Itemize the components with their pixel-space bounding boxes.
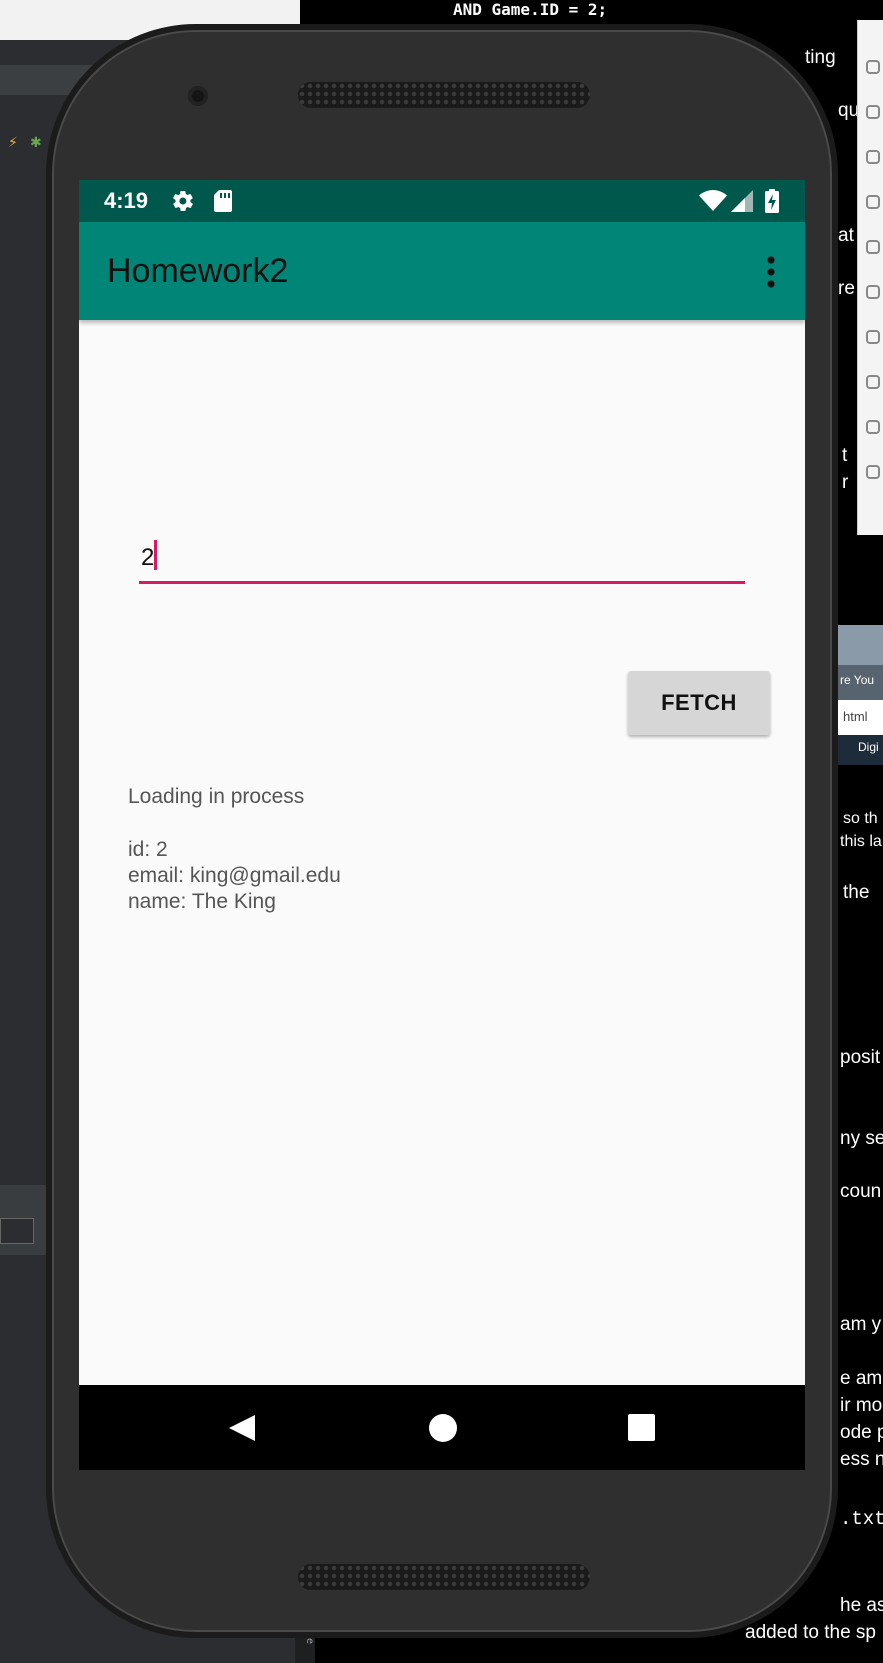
ide-panel-input[interactable] bbox=[0, 1218, 34, 1244]
doc-fragment: .txt, bbox=[840, 1508, 883, 1530]
background-code-line: AND Game.ID = 2; bbox=[453, 0, 608, 19]
doc-fragment: ir mo bbox=[840, 1395, 883, 1416]
battery-charging-icon bbox=[765, 189, 779, 213]
doc-fragment: ny se bbox=[840, 1128, 883, 1149]
app-bar: Homework2 bbox=[79, 222, 805, 320]
id-input-field[interactable]: 2 bbox=[139, 540, 745, 584]
result-email-text: email: king@gmail.edu bbox=[128, 864, 341, 887]
eraser-icon[interactable] bbox=[866, 195, 880, 209]
result-name-text: name: The King bbox=[128, 890, 276, 913]
thumbnail-bookmark: Digi bbox=[858, 740, 879, 754]
bug-icon: ✱ bbox=[30, 135, 42, 151]
thumbnail-title: re You bbox=[840, 673, 875, 687]
doc-fragment: qu bbox=[838, 100, 860, 121]
doc-fragment: at bbox=[838, 225, 854, 246]
back-triangle-icon[interactable] bbox=[227, 1413, 257, 1443]
doc-fragment: ess no bbox=[840, 1449, 883, 1470]
settings-gear-icon bbox=[173, 190, 193, 212]
top-speaker-grille bbox=[298, 82, 590, 108]
sd-card-icon bbox=[214, 190, 232, 212]
doc-fragment: ting bbox=[805, 47, 836, 68]
home-circle-icon[interactable] bbox=[429, 1414, 457, 1442]
cellular-signal-icon bbox=[731, 190, 753, 212]
status-bar: 4:19 bbox=[79, 180, 805, 222]
doc-fragment: added to the sp bbox=[745, 1622, 876, 1643]
zoom-icon[interactable] bbox=[866, 330, 880, 344]
lightning-icon: ⚡ bbox=[8, 135, 18, 151]
app-title: Homework2 bbox=[107, 252, 289, 290]
doc-fragment: r bbox=[842, 472, 849, 493]
bottom-speaker-grille bbox=[298, 1564, 590, 1590]
doc-fragment: t bbox=[842, 445, 848, 466]
wifi-icon bbox=[699, 190, 727, 211]
doc-fragment: so th bbox=[843, 810, 878, 827]
circle-icon[interactable] bbox=[866, 420, 880, 434]
text-cursor bbox=[154, 540, 157, 570]
id-input-value: 2 bbox=[141, 544, 155, 571]
doc-fragment: re bbox=[838, 278, 855, 299]
front-camera bbox=[188, 86, 208, 106]
document-side-toolbar bbox=[857, 20, 883, 535]
doc-fragment: e am bbox=[840, 1368, 883, 1389]
back-icon[interactable] bbox=[866, 375, 880, 389]
more-vert-icon[interactable] bbox=[759, 252, 783, 292]
doc-fragment: the bbox=[843, 882, 870, 903]
thumbnail-url: html bbox=[843, 709, 868, 724]
doc-fragment: ode p bbox=[840, 1422, 883, 1443]
doc-fragment: he aspe bbox=[840, 1595, 883, 1616]
refresh-icon[interactable] bbox=[866, 60, 880, 74]
result-id-text: id: 2 bbox=[128, 838, 168, 861]
doc-fragment: posit bbox=[840, 1047, 881, 1068]
status-time: 4:19 bbox=[104, 188, 149, 213]
square-icon[interactable] bbox=[866, 465, 880, 479]
doc-fragment: coun bbox=[840, 1181, 882, 1202]
loading-status-text: Loading in process bbox=[128, 785, 305, 808]
desktop-stage: ⚡ ✱ File AND Game.ID = 2; ting qu at re … bbox=[0, 0, 883, 1663]
doc-fragment: am y bbox=[840, 1314, 882, 1335]
doc-fragment: this la bbox=[840, 833, 882, 850]
volume-icon[interactable] bbox=[866, 105, 880, 119]
tag-icon[interactable] bbox=[866, 240, 880, 254]
recents-square-icon[interactable] bbox=[628, 1414, 655, 1441]
navigation-bar bbox=[79, 1385, 805, 1470]
fetch-button[interactable]: FETCH bbox=[628, 671, 770, 735]
pin-icon[interactable] bbox=[866, 150, 880, 164]
camera-icon[interactable] bbox=[866, 285, 880, 299]
device-screen: 4:19 Homework2 2 FETCH Loading in proces… bbox=[79, 180, 805, 1470]
